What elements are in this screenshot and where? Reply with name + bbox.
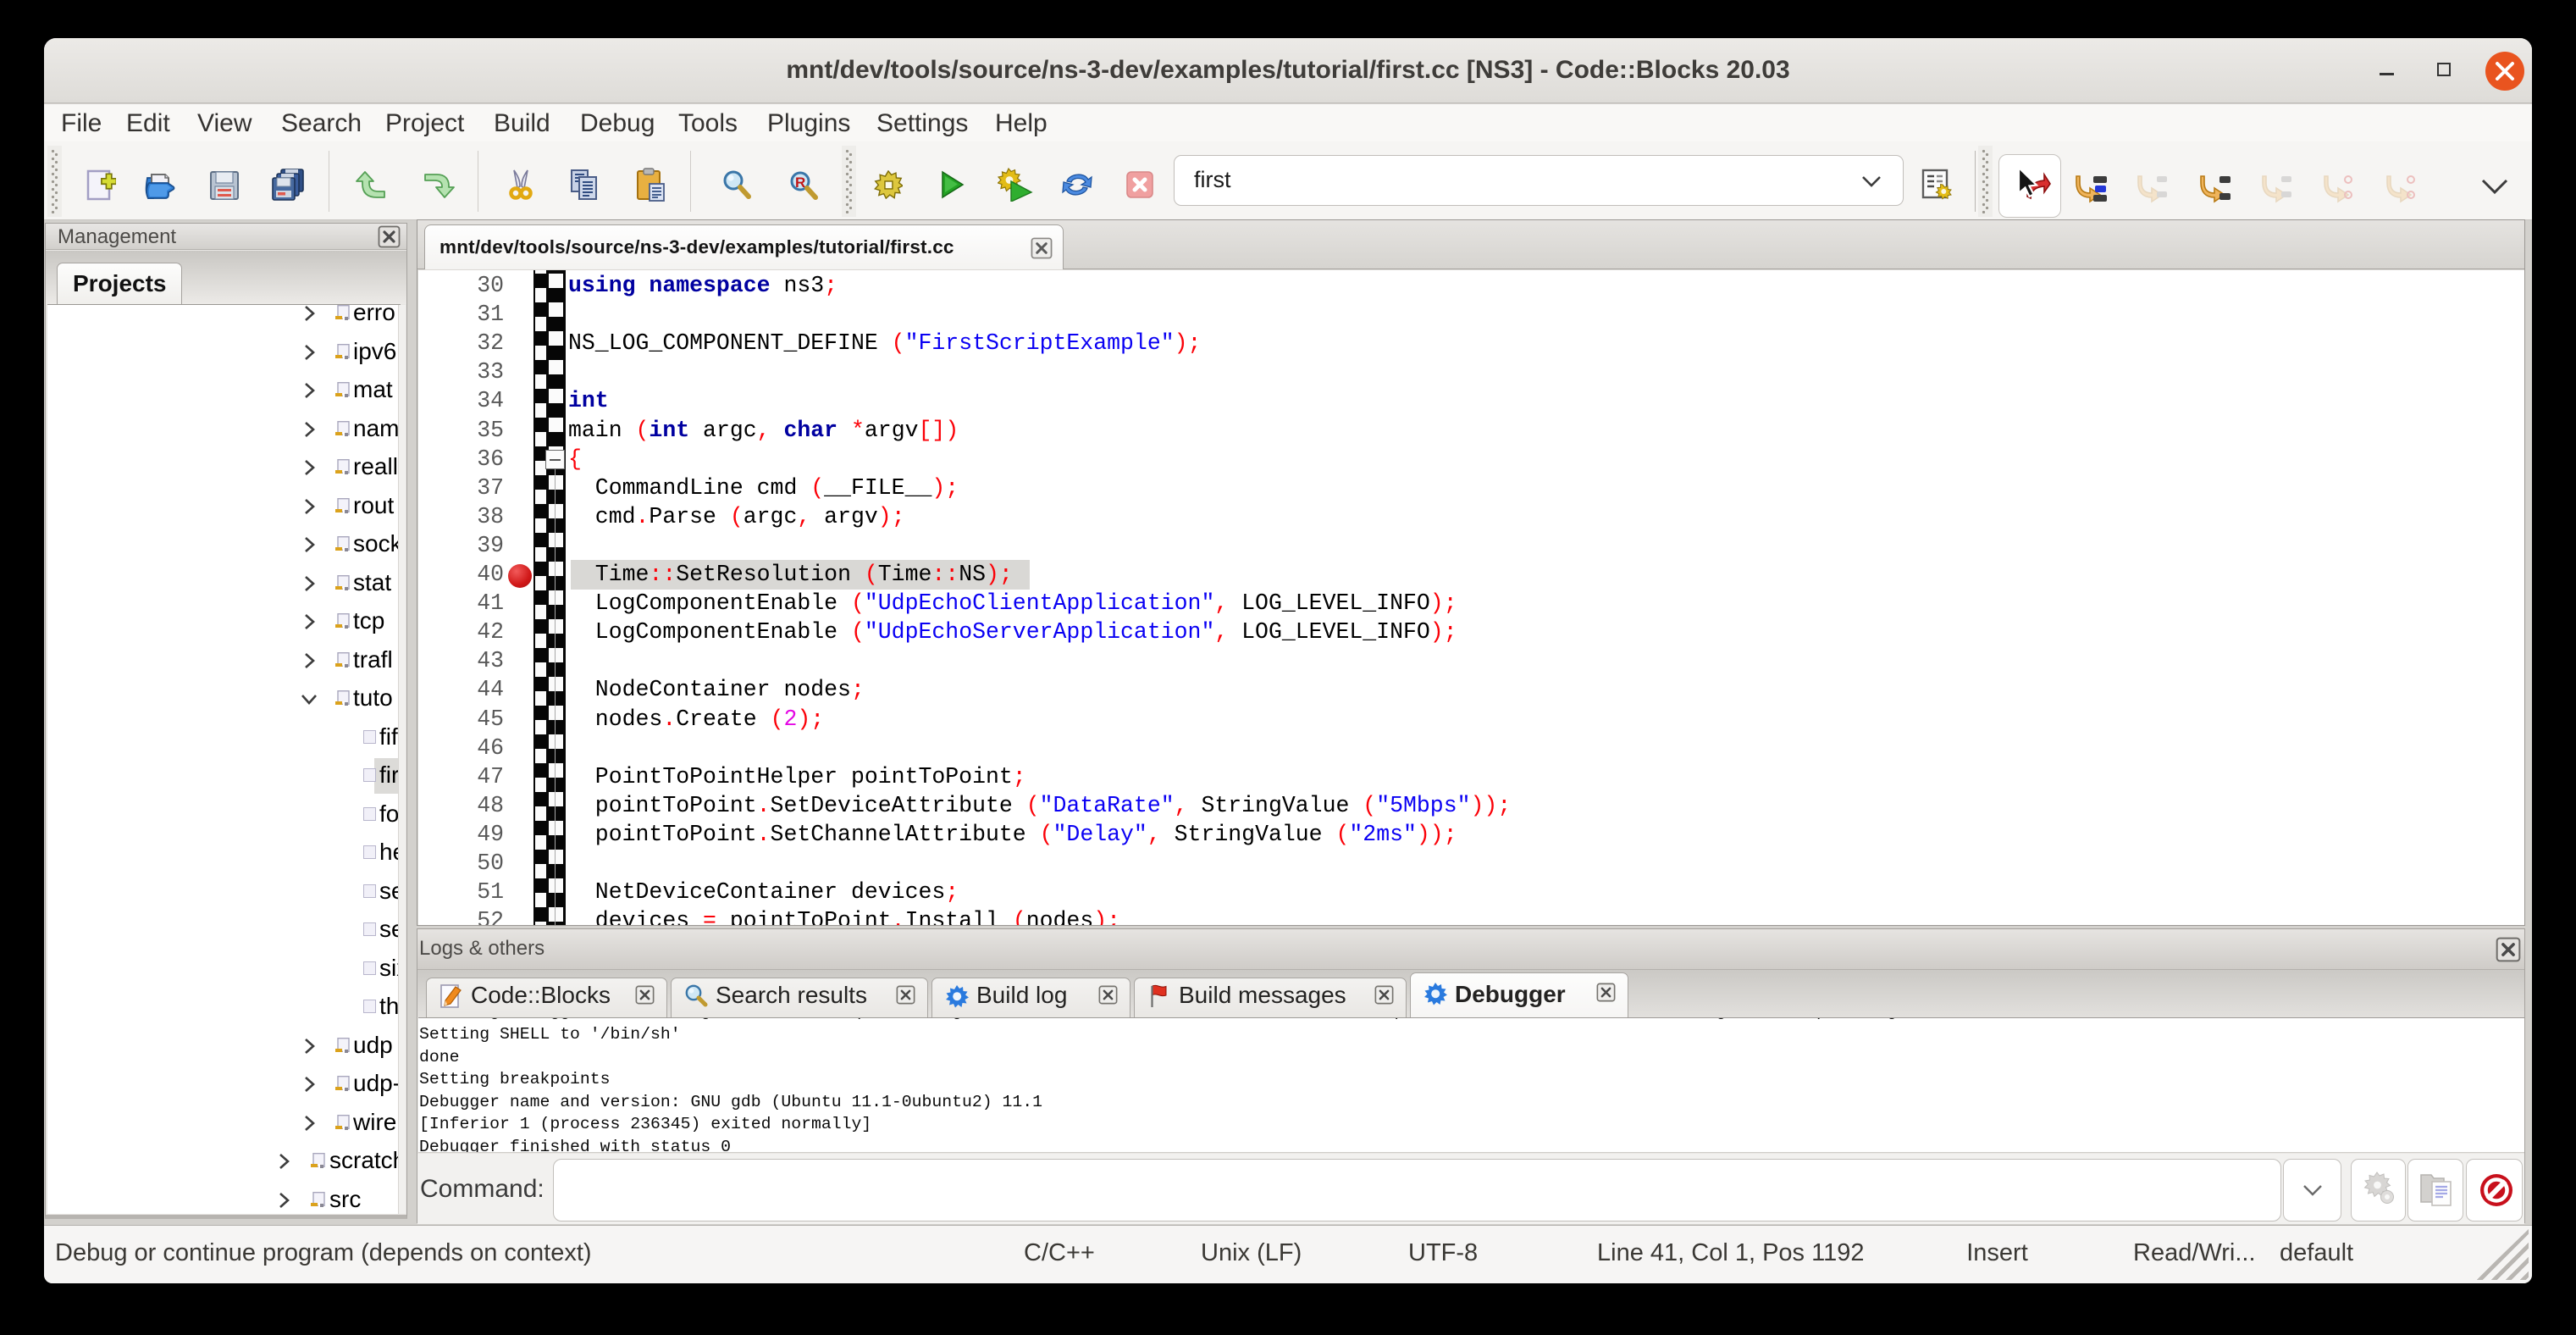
svg-text:R: R xyxy=(795,174,805,191)
